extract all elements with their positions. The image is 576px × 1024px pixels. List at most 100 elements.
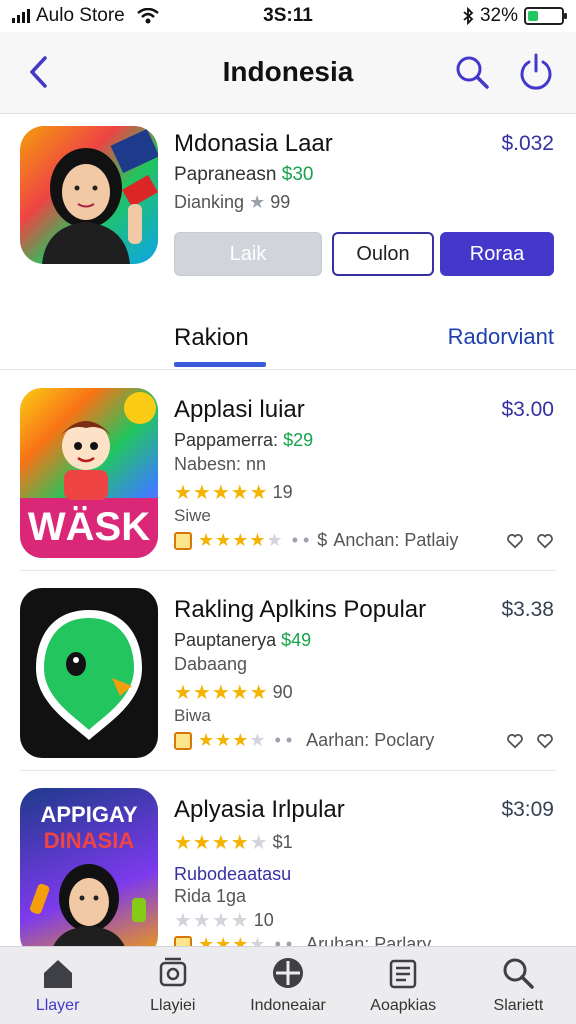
author-stars: ★★★★★ bbox=[198, 530, 284, 550]
app-icon-appigay[interactable]: APPIGAY DINASIA bbox=[20, 788, 158, 948]
share-button[interactable] bbox=[514, 50, 558, 94]
app-author: Aarhan: Poclary bbox=[306, 730, 435, 750]
icon-text: APPIGAY bbox=[40, 802, 137, 827]
rating-count: 19 bbox=[272, 482, 293, 502]
app-subtitle: Pappamerra: $29 bbox=[174, 430, 313, 451]
featured-app-icon[interactable] bbox=[20, 126, 158, 264]
list-item[interactable]: Rakling Aplkins Popular $3.38 Pauptanery… bbox=[0, 572, 576, 771]
app-meta: Nabesn: nn bbox=[174, 454, 267, 474]
primary-button[interactable]: Roraa bbox=[440, 232, 554, 276]
home-icon bbox=[43, 960, 72, 988]
apps-icon bbox=[389, 959, 417, 989]
like-button[interactable]: Laik bbox=[174, 232, 322, 276]
app-price: $3.38 bbox=[501, 598, 554, 621]
power-share-icon bbox=[520, 53, 552, 90]
app-developer[interactable]: Rubodeaatasu bbox=[174, 864, 291, 885]
app-rating-secondary: ★★★★ 10 bbox=[174, 908, 274, 933]
featured-subtitle: Papraneasn $30 bbox=[174, 164, 313, 186]
tab-bar-item-indoneaiar[interactable]: Indoneaiar bbox=[230, 947, 345, 1024]
featured-rank-value: 99 bbox=[270, 192, 291, 212]
row-divider bbox=[20, 770, 556, 771]
outline-button[interactable]: Oulon bbox=[332, 232, 434, 276]
dots-separator: • • bbox=[274, 730, 293, 750]
app-small-text: Biwa bbox=[174, 706, 211, 725]
chat-bubble-icon bbox=[36, 610, 142, 740]
app-icon-wask[interactable]: WÄSK bbox=[20, 388, 158, 558]
rating-stars: ★★★★★ bbox=[174, 482, 269, 504]
tab-bar-item-llayer[interactable]: Llayer bbox=[0, 947, 115, 1024]
app-subtitle-text: Pappamerra: bbox=[174, 430, 279, 450]
featured-rank: Dianking ★ 99 bbox=[174, 192, 290, 213]
poster-person-icon: APPIGAY DINASIA bbox=[30, 802, 146, 948]
tab-active-indicator bbox=[174, 362, 266, 367]
segment-tabs: Rakion Radorviant bbox=[0, 304, 576, 370]
person-portrait-icon bbox=[42, 128, 158, 264]
app-subtitle-price: $29 bbox=[283, 430, 314, 450]
app-name[interactable]: Aplyasia Irlpular bbox=[174, 796, 345, 824]
featured-subtitle-text: Papraneasn bbox=[174, 164, 277, 185]
app-subtitle-price: $49 bbox=[281, 630, 312, 650]
app-price: $3.00 bbox=[501, 398, 554, 421]
tab-radorviant[interactable]: Radorviant bbox=[448, 324, 554, 350]
tab-bar-label: Aoapkias bbox=[370, 997, 437, 1014]
app-subtitle-text: Pauptanerya bbox=[174, 630, 277, 650]
battery-percent: 32% bbox=[479, 5, 518, 26]
tab-bar-label: Llayiei bbox=[150, 997, 196, 1014]
battery-fill bbox=[528, 11, 539, 21]
rating-stars: ★★★★★ bbox=[174, 682, 269, 704]
list-item[interactable]: WÄSK Applasi luiar $3.00 Pappamerra: $29… bbox=[0, 372, 576, 571]
app-rating: ★★★★★ 90 bbox=[174, 680, 293, 705]
app-name[interactable]: Applasi luiar bbox=[174, 396, 305, 424]
icon-text: DINASIA bbox=[44, 828, 135, 853]
app-author-row: ★★★★ • • Aarhan: Poclary bbox=[174, 730, 554, 751]
search-icon bbox=[503, 958, 535, 989]
bottom-tab-bar: Llayer Llayiei Indoneaiar Aoapkias Slari… bbox=[0, 946, 576, 1024]
featured-app: Mdonasia Laar $.032 Papraneasn $30 Diank… bbox=[0, 116, 576, 302]
rating-count: $1 bbox=[272, 832, 293, 852]
search-icon bbox=[456, 56, 489, 89]
tab-bar-label: Llayer bbox=[35, 997, 80, 1014]
tab-bar-label: Slariett bbox=[493, 997, 544, 1014]
status-bar: Aulo Store 3S:11 32% bbox=[0, 0, 576, 32]
tab-bar-item-llayiei[interactable]: Llayiei bbox=[115, 947, 230, 1024]
badge-icon bbox=[174, 731, 192, 750]
list-item[interactable]: APPIGAY DINASIA Aplyasia Irlpular $3:09 … bbox=[0, 772, 576, 948]
navigation-bar: Indonesia bbox=[0, 32, 576, 114]
carrier-label: Aulo Store bbox=[36, 5, 125, 26]
app-author: Anchan: Patlaiy bbox=[333, 530, 459, 550]
app-subtitle: Pauptanerya $49 bbox=[174, 630, 311, 651]
heart-icon[interactable] bbox=[506, 732, 524, 750]
tab-bar-item-aoapkias[interactable]: Aoapkias bbox=[346, 947, 461, 1024]
heart-icon[interactable] bbox=[536, 532, 554, 550]
heart-icon[interactable] bbox=[536, 732, 554, 750]
rating-stars: ★★★★ bbox=[174, 910, 250, 932]
row-divider bbox=[20, 570, 556, 571]
signal-icon bbox=[12, 9, 30, 23]
icon-text: WÄSK bbox=[28, 505, 150, 549]
app-name[interactable]: Rakling Aplkins Popular bbox=[174, 596, 426, 624]
globe-icon bbox=[273, 958, 303, 988]
featured-app-name[interactable]: Mdonasia Laar bbox=[174, 130, 333, 158]
bluetooth-icon bbox=[463, 7, 474, 25]
rating-count: 10 bbox=[253, 910, 274, 930]
star-icon: ★ bbox=[249, 192, 266, 212]
dots-separator: • • bbox=[291, 530, 310, 550]
app-meta: Dabaang bbox=[174, 654, 248, 674]
rating-count: 90 bbox=[272, 682, 293, 702]
badge-icon bbox=[174, 531, 192, 550]
app-small-text: Siwe bbox=[174, 506, 211, 525]
featured-app-price: $.032 bbox=[501, 132, 554, 155]
app-price: $3:09 bbox=[501, 798, 554, 821]
tab-rakion[interactable]: Rakion bbox=[174, 324, 249, 352]
author-stars: ★★★★ bbox=[198, 730, 267, 750]
app-rating: ★★★★★ 19 bbox=[174, 480, 293, 505]
rating-stars: ★★★★★ bbox=[174, 832, 269, 854]
heart-icon[interactable] bbox=[506, 532, 524, 550]
author-suffix: $ bbox=[317, 530, 328, 550]
search-button[interactable] bbox=[450, 50, 494, 94]
tab-bar-item-slariett[interactable]: Slariett bbox=[461, 947, 576, 1024]
app-icon-chat[interactable] bbox=[20, 588, 158, 758]
cartoon-character-icon: WÄSK bbox=[20, 392, 158, 558]
tab-bar-label: Indoneaiar bbox=[250, 997, 326, 1014]
battery-icon bbox=[524, 7, 567, 25]
